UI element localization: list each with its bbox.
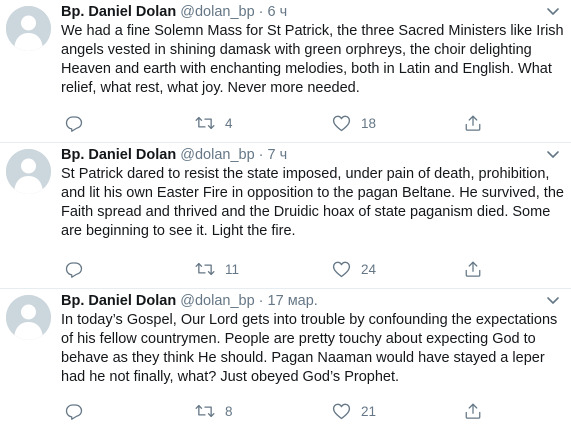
tweet-actions: 4 18 <box>61 113 491 133</box>
tweet-text: We had a fine Solemn Mass for St Patrick… <box>61 23 564 96</box>
separator-dot: · <box>258 293 264 309</box>
tweet-text: St Patrick dared to resist the state imp… <box>61 166 564 239</box>
chevron-down-icon[interactable] <box>545 3 561 19</box>
retweet-count: 4 <box>225 115 233 131</box>
tweet-actions: 11 24 <box>61 259 491 279</box>
heart-icon <box>332 403 351 420</box>
tweet-timestamp[interactable]: 7 ч <box>268 147 288 163</box>
reply-icon <box>65 116 83 132</box>
share-icon <box>465 115 481 131</box>
share-icon <box>465 261 481 277</box>
separator-dot: · <box>258 147 264 163</box>
tweet-body: Bp. Daniel Dolan @dolan_bp · 7 ч St Patr… <box>61 146 565 278</box>
author-handle[interactable]: @dolan_bp <box>180 147 254 163</box>
default-avatar-icon <box>6 149 51 194</box>
share-icon <box>465 403 481 419</box>
avatar[interactable] <box>6 295 51 340</box>
retweet-count: 8 <box>225 403 233 419</box>
chevron-down-icon[interactable] <box>545 146 561 162</box>
like-count: 24 <box>361 261 377 277</box>
retweet-icon <box>195 116 215 130</box>
share-button[interactable] <box>464 113 482 133</box>
tweet-actions: 8 21 <box>61 401 491 421</box>
retweet-button[interactable]: 4 <box>195 113 233 133</box>
tweet-body: Bp. Daniel Dolan @dolan_bp · 17 мар. In … <box>61 292 565 420</box>
tweet-body: Bp. Daniel Dolan @dolan_bp · 6 ч We had … <box>61 3 565 132</box>
share-button[interactable] <box>464 401 482 421</box>
author-name[interactable]: Bp. Daniel Dolan <box>61 293 176 309</box>
reply-button[interactable] <box>65 113 93 133</box>
tweet[interactable]: Bp. Daniel Dolan @dolan_bp · 17 мар. In … <box>0 289 571 426</box>
tweet-text: In today’s Gospel, Our Lord gets into tr… <box>61 312 558 385</box>
retweet-count: 11 <box>225 261 240 277</box>
reply-icon <box>65 262 83 278</box>
chevron-down-icon[interactable] <box>545 292 561 308</box>
author-handle[interactable]: @dolan_bp <box>180 4 254 20</box>
like-count: 21 <box>361 403 377 419</box>
avatar[interactable] <box>6 149 51 194</box>
author-name[interactable]: Bp. Daniel Dolan <box>61 147 176 163</box>
retweet-button[interactable]: 11 <box>195 259 239 279</box>
retweet-icon <box>195 262 215 276</box>
tweet-header: Bp. Daniel Dolan @dolan_bp · 6 ч <box>61 3 565 22</box>
author-handle[interactable]: @dolan_bp <box>180 293 254 309</box>
like-button[interactable]: 18 <box>332 113 376 133</box>
like-count: 18 <box>361 115 377 131</box>
like-button[interactable]: 24 <box>332 259 376 279</box>
tweet-timestamp[interactable]: 17 мар. <box>268 293 318 309</box>
tweet-timestamp[interactable]: 6 ч <box>268 4 288 20</box>
separator-dot: · <box>258 4 264 20</box>
heart-icon <box>332 115 351 132</box>
author-name[interactable]: Bp. Daniel Dolan <box>61 4 176 20</box>
retweet-icon <box>195 404 215 418</box>
tweet[interactable]: Bp. Daniel Dolan @dolan_bp · 7 ч St Patr… <box>0 143 571 289</box>
tweet-header: Bp. Daniel Dolan @dolan_bp · 7 ч <box>61 146 565 165</box>
heart-icon <box>332 261 351 278</box>
default-avatar-icon <box>6 295 51 340</box>
share-button[interactable] <box>464 259 482 279</box>
tweet[interactable]: Bp. Daniel Dolan @dolan_bp · 6 ч We had … <box>0 0 571 143</box>
retweet-button[interactable]: 8 <box>195 401 233 421</box>
default-avatar-icon <box>6 6 51 51</box>
tweet-header: Bp. Daniel Dolan @dolan_bp · 17 мар. <box>61 292 565 311</box>
reply-button[interactable] <box>65 401 93 421</box>
reply-button[interactable] <box>65 259 93 279</box>
reply-icon <box>65 404 83 420</box>
timeline: Bp. Daniel Dolan @dolan_bp · 6 ч We had … <box>0 0 571 426</box>
like-button[interactable]: 21 <box>332 401 376 421</box>
avatar[interactable] <box>6 6 51 51</box>
